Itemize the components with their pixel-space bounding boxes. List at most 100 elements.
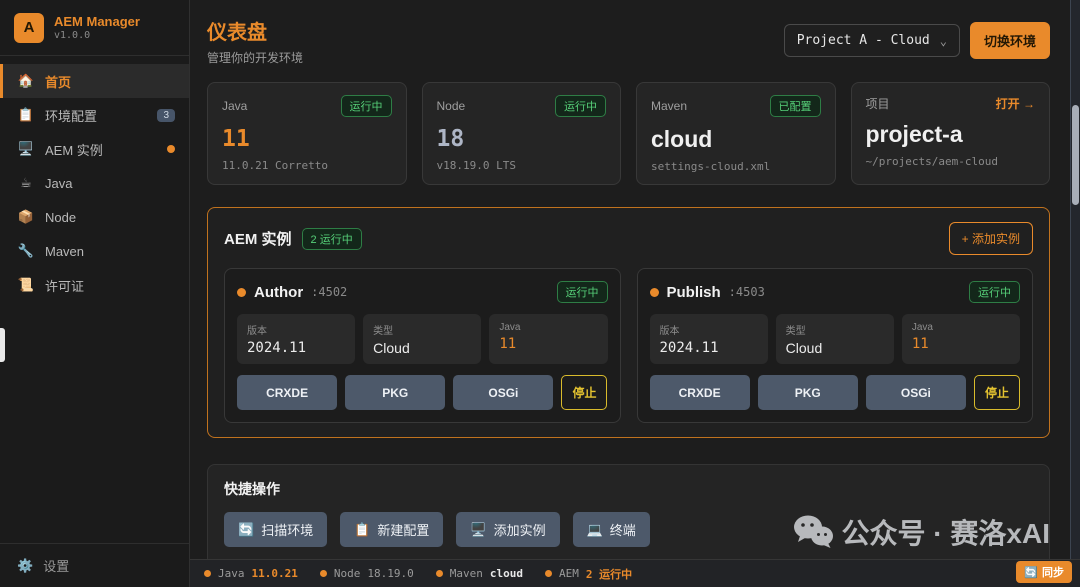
instance-status-badge: 运行中 xyxy=(557,281,608,303)
card-value: 11 xyxy=(222,126,392,152)
sidebar-item-home[interactable]: 🏠 首页 xyxy=(0,64,189,98)
aem-instances-section: AEM 实例 2 运行中 + 添加实例 Author :4502 运行中 版本 … xyxy=(207,207,1050,438)
field-label: 版本 xyxy=(247,322,345,337)
field-version: 版本 2024.11 xyxy=(237,314,355,364)
status-badge: 运行中 xyxy=(555,95,606,117)
field-value: 2024.11 xyxy=(660,340,758,356)
field-value: 11 xyxy=(499,336,597,352)
sidebar-item-label: Java xyxy=(45,176,72,191)
sidebar-item-label: 首页 xyxy=(45,72,71,91)
card-value: project-a xyxy=(866,121,1036,148)
new-config-button[interactable]: 📋 新建配置 xyxy=(340,512,443,547)
instance-name: Publish xyxy=(667,284,721,301)
button-label: 扫描环境 xyxy=(261,520,313,539)
switch-env-button[interactable]: 切换环境 xyxy=(970,22,1050,59)
pkg-button[interactable]: PKG xyxy=(758,375,858,410)
scrollbar-track[interactable] xyxy=(1070,0,1080,559)
page-header: 仪表盘 管理你的开发环境 Project A - Cloud ⌄ 切换环境 xyxy=(207,16,1050,66)
wrench-icon: 🔧 xyxy=(17,243,35,259)
sidebar-item-label: Node xyxy=(45,210,76,225)
stop-button[interactable]: 停止 xyxy=(974,375,1020,410)
app-version: v1.0.0 xyxy=(54,30,140,41)
sidebar-item-env-config[interactable]: 📋 环境配置 3 xyxy=(0,98,189,132)
card-label: 项目 xyxy=(866,95,890,112)
statusbar-value: cloud xyxy=(490,567,523,580)
statusbar-label: Maven xyxy=(450,567,483,580)
gear-icon: ⚙️ xyxy=(17,558,33,574)
clipboard-icon: 📋 xyxy=(354,522,370,538)
card-detail: settings-cloud.xml xyxy=(651,160,821,173)
sidebar-item-aem-instances[interactable]: 🖥️ AEM 实例 xyxy=(0,132,189,166)
terminal-icon: 💻 xyxy=(587,522,603,538)
instance-port: :4502 xyxy=(311,285,347,299)
field-label: 类型 xyxy=(373,322,471,337)
notification-dot xyxy=(167,145,175,153)
status-dot-icon xyxy=(545,570,552,577)
instance-card-publish: Publish :4503 运行中 版本 2024.11 类型 Cloud Ja… xyxy=(637,268,1034,423)
statusbar-node: Node 18.19.0 xyxy=(320,567,414,580)
osgi-button[interactable]: OSGi xyxy=(866,375,966,410)
coffee-icon: ☕ xyxy=(17,175,35,191)
field-label: 类型 xyxy=(786,322,884,337)
sidebar-item-label: 环境配置 xyxy=(45,106,97,125)
crxde-button[interactable]: CRXDE xyxy=(237,375,337,410)
status-dot-icon xyxy=(320,570,327,577)
card-value: cloud xyxy=(651,126,821,153)
sidebar-item-java[interactable]: ☕ Java xyxy=(0,166,189,200)
card-value: 18 xyxy=(437,126,607,152)
sidebar-item-node[interactable]: 📦 Node xyxy=(0,200,189,234)
card-label: Maven xyxy=(651,99,687,113)
field-java: Java 11 xyxy=(902,314,1020,364)
env-config-count-badge: 3 xyxy=(157,109,175,122)
page-title: 仪表盘 xyxy=(207,16,303,45)
card-label: Java xyxy=(222,99,247,113)
environment-select[interactable]: Project A - Cloud ⌄ xyxy=(784,24,960,57)
crxde-button[interactable]: CRXDE xyxy=(650,375,750,410)
pkg-button[interactable]: PKG xyxy=(345,375,445,410)
sidebar-item-license[interactable]: 📜 许可证 xyxy=(0,268,189,302)
running-count-badge: 2 运行中 xyxy=(302,228,362,250)
package-icon: 📦 xyxy=(17,209,35,225)
statusbar-label: Node xyxy=(334,567,361,580)
status-cards-row: Java 运行中 11 11.0.21 Corretto Node 运行中 18… xyxy=(207,82,1050,185)
sidebar-item-label: 许可证 xyxy=(45,276,84,295)
sidebar-item-settings[interactable]: ⚙️ 设置 xyxy=(0,543,189,587)
scrollbar-thumb[interactable] xyxy=(1072,105,1079,205)
statusbar-label: AEM xyxy=(559,567,579,580)
statusbar-value: 18.19.0 xyxy=(367,567,413,580)
add-instance-button[interactable]: + 添加实例 xyxy=(949,222,1033,255)
sidebar-nav: 🏠 首页 📋 环境配置 3 🖥️ AEM 实例 ☕ Java 📦 Node 🔧 … xyxy=(0,64,189,302)
instance-status-badge: 运行中 xyxy=(969,281,1020,303)
status-badge: 运行中 xyxy=(341,95,392,117)
osgi-button[interactable]: OSGi xyxy=(453,375,553,410)
sidebar: A AEM Manager v1.0.0 🏠 首页 📋 环境配置 3 🖥️ AE… xyxy=(0,0,190,587)
status-dot-icon xyxy=(436,570,443,577)
status-card-java: Java 运行中 11 11.0.21 Corretto xyxy=(207,82,407,185)
chevron-down-icon: ⌄ xyxy=(940,38,947,44)
button-label: 终端 xyxy=(610,520,636,539)
quick-actions-title: 快捷操作 xyxy=(224,479,1033,499)
add-instance-quick-button[interactable]: 🖥️ 添加实例 xyxy=(456,512,559,547)
statusbar-maven: Maven cloud xyxy=(436,567,523,580)
sidebar-item-label: Maven xyxy=(45,244,84,259)
sync-button[interactable]: 🔄 同步 xyxy=(1016,561,1072,583)
status-dot-icon xyxy=(204,570,211,577)
card-label: Node xyxy=(437,99,466,113)
open-project-link[interactable]: 打开 → xyxy=(996,95,1035,112)
instance-port: :4503 xyxy=(729,285,765,299)
instance-status-dot xyxy=(237,288,246,297)
field-value: Cloud xyxy=(373,340,471,356)
scroll-icon: 📜 xyxy=(17,277,35,293)
field-type: 类型 Cloud xyxy=(363,314,481,364)
card-detail: 11.0.21 Corretto xyxy=(222,159,392,172)
field-java: Java 11 xyxy=(489,314,607,364)
card-detail: ~/projects/aem-cloud xyxy=(866,155,1036,168)
statusbar-java: Java 11.0.21 xyxy=(204,567,298,580)
scan-env-button[interactable]: 🔄 扫描环境 xyxy=(224,512,327,547)
terminal-button[interactable]: 💻 终端 xyxy=(573,512,650,547)
sidebar-item-maven[interactable]: 🔧 Maven xyxy=(0,234,189,268)
environment-select-value: Project A - Cloud xyxy=(797,33,930,48)
stop-button[interactable]: 停止 xyxy=(561,375,607,410)
instance-name: Author xyxy=(254,284,303,301)
home-icon: 🏠 xyxy=(17,73,35,89)
